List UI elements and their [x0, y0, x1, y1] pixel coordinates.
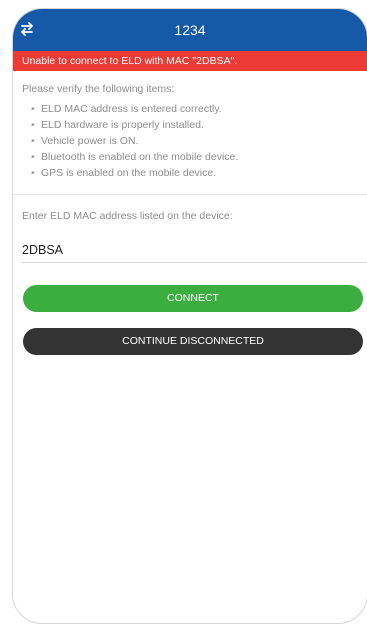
- connection-error-banner: Unable to connect to ELD with MAC "2DBSA…: [13, 51, 367, 71]
- verify-heading: Please verify the following items:: [22, 83, 175, 95]
- checklist-item: Vehicle power is ON.: [31, 133, 238, 149]
- connect-button[interactable]: CONNECT: [23, 285, 363, 312]
- checklist-item: ELD MAC address is entered correctly.: [31, 101, 238, 117]
- continue-disconnected-button[interactable]: CONTINUE DISCONNECTED: [23, 328, 363, 355]
- verification-checklist: ELD MAC address is entered correctly. EL…: [31, 101, 238, 181]
- phone-screen: 1234 Unable to connect to ELD with MAC "…: [12, 8, 367, 624]
- checklist-item: GPS is enabled on the mobile device.: [31, 165, 238, 181]
- section-divider: [13, 194, 367, 195]
- mac-address-label: Enter ELD MAC address listed on the devi…: [22, 210, 233, 222]
- mac-address-input[interactable]: [22, 238, 367, 263]
- page-title: 1234: [174, 22, 206, 38]
- checklist-item: ELD hardware is properly installed.: [31, 117, 238, 133]
- checklist-item: Bluetooth is enabled on the mobile devic…: [31, 149, 238, 165]
- app-header: 1234: [13, 9, 367, 51]
